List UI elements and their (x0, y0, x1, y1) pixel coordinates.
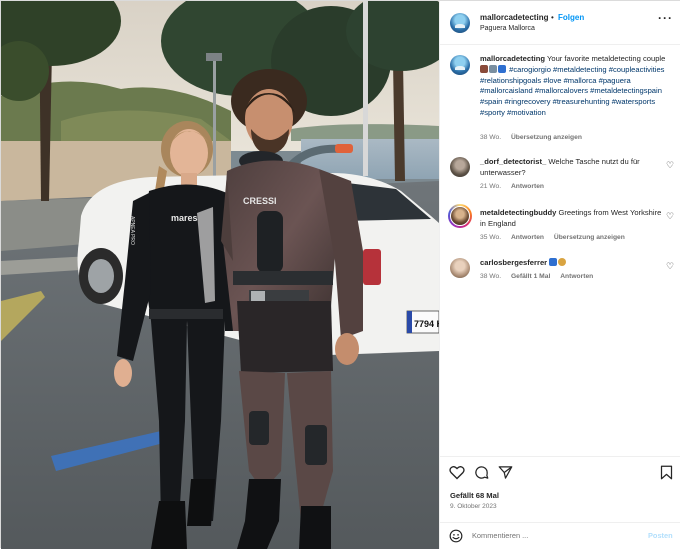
comment-meta: 21 Wo. Antworten (480, 183, 552, 190)
cressi-logo-text: CRESSI (243, 196, 277, 206)
diver-emoji-icon (549, 258, 558, 266)
caption-age[interactable]: 38 Wo. (480, 134, 501, 141)
caption-body: Your favorite metaldetecting couple (546, 54, 666, 63)
caption-text: mallorcadetecting Your favorite metaldet… (480, 54, 676, 119)
separator-dot: • (551, 13, 554, 22)
more-icon[interactable]: ··· (658, 11, 673, 25)
post-sidebar: mallorcadetecting • Folgen Paguera Mallo… (439, 1, 680, 549)
post-header: mallorcadetecting • Folgen Paguera Mallo… (440, 1, 680, 45)
hashtag-line1[interactable]: #carogiorgio #metaldetecting (509, 65, 607, 74)
comment-avatar[interactable] (450, 258, 470, 278)
post-date: 9. Oktober 2023 (450, 503, 497, 510)
sleeve-text: APNEA PRO (129, 216, 135, 245)
ring-emoji-icon (558, 258, 567, 266)
comment-like-icon[interactable]: ♡ (666, 160, 674, 171)
post-actions: Gefällt 68 Mal 9. Oktober 2023 Posten (440, 456, 680, 546)
comment-avatar[interactable] (448, 204, 472, 228)
instagram-post-window: 7794 H mares (0, 0, 680, 549)
header-username[interactable]: mallorcadetecting (480, 13, 548, 22)
comment-item: _dorf_detectorist_ Welche Tasche nutzt d… (480, 157, 662, 179)
reply-button[interactable]: Antworten (560, 273, 593, 280)
photo-scene: 7794 H mares (1, 1, 439, 549)
comment-avatar[interactable] (450, 157, 470, 177)
translate-link[interactable]: Übersetzung anzeigen (554, 234, 625, 241)
comment-meta: 38 Wo. Gefällt 1 Mal Antworten (480, 273, 601, 280)
caption-avatar[interactable] (450, 55, 470, 75)
likes-count[interactable]: Gefällt 68 Mal (450, 491, 499, 500)
bookmark-icon[interactable] (660, 465, 673, 480)
comment-bar: Posten (440, 522, 680, 547)
post-photo[interactable]: 7794 H mares (1, 1, 439, 549)
comment-likes[interactable]: Gefällt 1 Mal (511, 273, 550, 280)
comment-item: metaldetectingbuddy Greetings from West … (480, 208, 662, 230)
emoji-icon[interactable] (449, 529, 463, 543)
comment-like-icon[interactable]: ♡ (666, 211, 674, 222)
comment-username[interactable]: carlosbergesferrer (480, 258, 547, 267)
avatar[interactable] (450, 13, 470, 33)
comment-username[interactable]: _dorf_detectorist_ (480, 157, 546, 166)
comment-age[interactable]: 21 Wo. (480, 183, 501, 190)
comment-meta: 35 Wo. Antworten Übersetzung anzeigen (480, 234, 633, 241)
translate-link[interactable]: Übersetzung anzeigen (511, 134, 582, 141)
comment-item: carlosbergesferrer (480, 258, 662, 269)
ocean-emoji-icon (498, 64, 506, 73)
comment-input[interactable] (472, 528, 642, 542)
diver-emoji-icon (489, 64, 497, 73)
location-link[interactable]: Paguera Mallorca (480, 25, 535, 32)
reply-button[interactable]: Antworten (511, 183, 544, 190)
plate-text: 7794 H (414, 319, 439, 329)
comment-like-icon[interactable]: ♡ (666, 261, 674, 272)
comment-icon[interactable] (474, 465, 489, 480)
comment-age[interactable]: 38 Wo. (480, 273, 501, 280)
comment-age[interactable]: 35 Wo. (480, 234, 501, 241)
follow-button[interactable]: Folgen (558, 13, 584, 22)
comment-username[interactable]: metaldetectingbuddy (480, 208, 556, 217)
couple-emoji-icon (480, 64, 488, 73)
caption-username[interactable]: mallorcadetecting (480, 54, 545, 63)
share-icon[interactable] (498, 465, 513, 480)
reply-button[interactable]: Antworten (511, 234, 544, 241)
mares-logo-text: mares (171, 213, 198, 223)
caption-meta: 38 Wo. Übersetzung anzeigen (480, 134, 590, 141)
heart-icon[interactable] (449, 465, 465, 480)
post-button[interactable]: Posten (648, 531, 673, 540)
